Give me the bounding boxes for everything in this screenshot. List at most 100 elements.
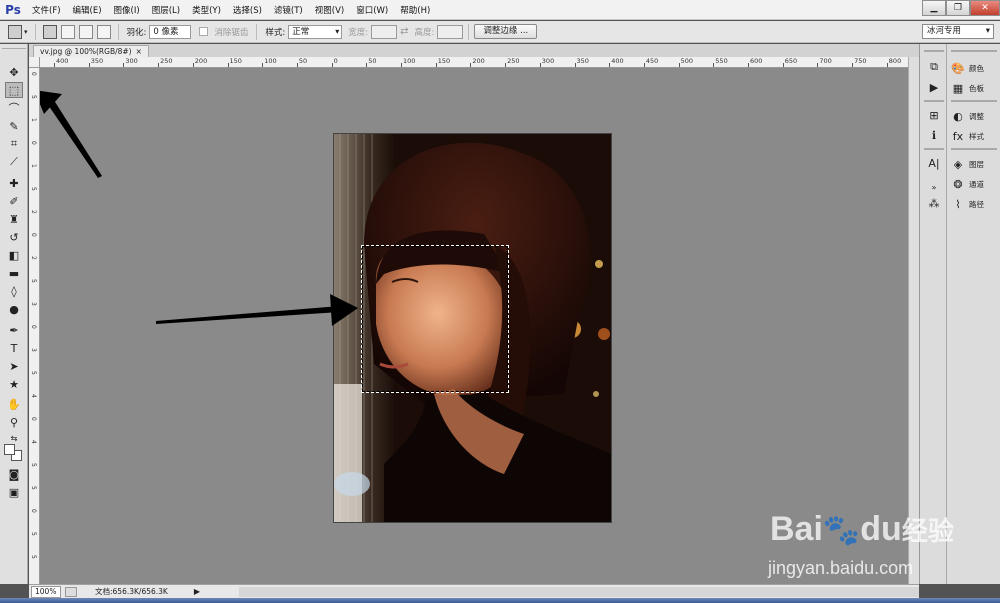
close-tab-icon[interactable]: ×	[136, 47, 142, 56]
horizontal-ruler[interactable]: 400 350 300 250 200 150 100 50 0 50 100 150 200 250 30…	[40, 57, 908, 68]
channels-panel-tab[interactable]: ❂ 通道	[951, 176, 984, 192]
pen-tool-icon[interactable]: ✒	[5, 322, 23, 338]
menu-help[interactable]: 帮助(H)	[394, 4, 436, 16]
adjustments-panel-label: 调整	[969, 111, 984, 121]
panel-grip[interactable]	[2, 44, 26, 49]
blur-tool-icon[interactable]: ◊	[5, 283, 23, 299]
portrait-image	[334, 134, 611, 522]
gradient-tool-icon[interactable]: ▬	[5, 265, 23, 281]
quick-mask-icon[interactable]: ◙	[5, 466, 23, 482]
move-tool-icon[interactable]: ✥	[5, 64, 23, 80]
chevron-down-icon[interactable]: ▾	[24, 28, 28, 36]
menu-edit[interactable]: 编辑(E)	[67, 4, 108, 16]
workspace-select[interactable]: 冰河专用	[922, 24, 994, 39]
ruler-top-label: 300	[541, 57, 555, 65]
intersect-selection-icon[interactable]	[96, 24, 111, 39]
horizontal-scrollbar[interactable]	[239, 587, 919, 597]
ruler-top-label: 150	[437, 57, 451, 65]
new-selection-icon[interactable]	[42, 24, 57, 39]
eraser-tool-icon[interactable]: ◧	[5, 247, 23, 263]
collapse-panels-icon[interactable]: »	[926, 180, 942, 194]
paths-icon: ⌇	[955, 197, 961, 211]
ruler-left-label: 0	[30, 509, 37, 513]
crop-tool-icon[interactable]: ⌗	[5, 136, 23, 152]
dodge-tool-icon[interactable]: ●	[5, 301, 23, 317]
rectangular-marquee-tool-icon[interactable]: ⬚	[5, 82, 23, 98]
character-panel-icon[interactable]: A|	[926, 156, 942, 170]
path-selection-tool-icon[interactable]: ➤	[5, 358, 23, 374]
healing-brush-tool-icon[interactable]: ✚	[5, 175, 23, 191]
swap-icon[interactable]: ⇄	[400, 26, 408, 37]
height-label: 高度:	[414, 27, 435, 38]
restore-button[interactable]: ❐	[946, 0, 970, 16]
foreground-color-swatch[interactable]	[4, 444, 15, 455]
panel-grip[interactable]	[951, 148, 997, 150]
type-tool-icon[interactable]: T	[5, 340, 23, 356]
history-panel-icon[interactable]: ⧉	[926, 60, 942, 74]
brush-tool-icon[interactable]: ✐	[5, 193, 23, 209]
menu-window[interactable]: 窗口(W)	[350, 4, 394, 16]
menu-filter[interactable]: 滤镜(T)	[268, 4, 309, 16]
style-select[interactable]: 正常	[288, 24, 343, 39]
ruler-origin[interactable]	[29, 57, 40, 68]
width-input[interactable]	[371, 24, 398, 39]
navigator-panel-icon[interactable]: ⊞	[926, 108, 942, 122]
ruler-top-label: 400	[56, 57, 69, 65]
lasso-tool-icon[interactable]: ⌒	[5, 100, 23, 116]
color-panel-tab[interactable]: 🎨 颜色	[951, 60, 984, 76]
layers-icon: ◈	[953, 157, 963, 171]
menu-select[interactable]: 选择(S)	[227, 4, 268, 16]
custom-shape-tool-icon[interactable]: ★	[5, 376, 23, 392]
history-brush-tool-icon[interactable]: ↺	[5, 229, 23, 245]
minimize-button[interactable]: ▁	[922, 0, 946, 16]
menu-image[interactable]: 图像(I)	[108, 4, 146, 16]
menu-layer[interactable]: 图层(L)	[146, 4, 186, 16]
status-info-icon[interactable]	[65, 586, 77, 597]
hand-tool-icon[interactable]: ✋	[5, 396, 23, 412]
vertical-scrollbar[interactable]	[908, 57, 919, 584]
swatches-panel-tab[interactable]: ▦ 色板	[951, 80, 984, 96]
document-tab[interactable]: vv.jpg @ 100%(RGB/8#) ×	[33, 45, 149, 57]
screen-mode-icon[interactable]: ▣	[5, 484, 23, 500]
quick-selection-tool-icon[interactable]: ✎	[5, 118, 23, 134]
eyedropper-tool-icon[interactable]: ⟋	[5, 154, 23, 170]
height-input[interactable]	[437, 24, 464, 39]
os-taskbar	[0, 598, 1000, 603]
ruler-left-label: 5	[30, 371, 37, 375]
antialias-checkbox[interactable]	[199, 27, 209, 36]
menu-type[interactable]: 类型(Y)	[186, 4, 227, 16]
feather-input[interactable]: 0 像素	[149, 24, 192, 39]
close-button[interactable]: ✕	[970, 0, 1000, 16]
width-label: 宽度:	[348, 27, 369, 38]
actions-panel-icon[interactable]: ▶	[926, 80, 942, 94]
paths-panel-tab[interactable]: ⌇ 路径	[951, 196, 984, 212]
paragraph-panel-icon[interactable]: ⁂	[926, 196, 942, 210]
status-menu-arrow-icon[interactable]: ▶	[194, 587, 200, 596]
panel-grip[interactable]	[951, 50, 997, 52]
marquee-preset-icon[interactable]	[8, 24, 22, 39]
add-to-selection-icon[interactable]	[60, 24, 75, 39]
clone-stamp-tool-icon[interactable]: ♜	[5, 211, 23, 227]
styles-panel-tab[interactable]: fx 样式	[951, 128, 984, 144]
adjustments-panel-tab[interactable]: ◐ 调整	[951, 108, 984, 124]
panel-grip[interactable]	[924, 50, 944, 52]
document-photo[interactable]	[334, 134, 611, 522]
ruler-tick	[678, 63, 680, 67]
divider	[117, 23, 119, 40]
color-palette-icon: 🎨	[951, 61, 965, 75]
divider	[256, 23, 258, 40]
zoom-level-field[interactable]: 100%	[31, 585, 61, 598]
layers-panel-tab[interactable]: ◈ 图层	[951, 156, 984, 172]
zoom-tool-icon[interactable]: ⚲	[5, 414, 23, 430]
panel-grip[interactable]	[951, 100, 997, 102]
refine-edge-button[interactable]: 调整边缘 ...	[474, 24, 538, 39]
subtract-selection-icon[interactable]	[78, 24, 93, 39]
panel-grip[interactable]	[924, 100, 944, 102]
panel-grip[interactable]	[924, 148, 944, 150]
menu-view[interactable]: 视图(V)	[309, 4, 350, 16]
menu-file[interactable]: 文件(F)	[26, 4, 67, 16]
ruler-top-label: 800	[888, 57, 902, 65]
canvas-area[interactable]	[40, 68, 908, 584]
vertical-ruler[interactable]: 0510152025303540455055	[29, 68, 40, 584]
info-panel-icon[interactable]: ℹ	[926, 128, 942, 142]
